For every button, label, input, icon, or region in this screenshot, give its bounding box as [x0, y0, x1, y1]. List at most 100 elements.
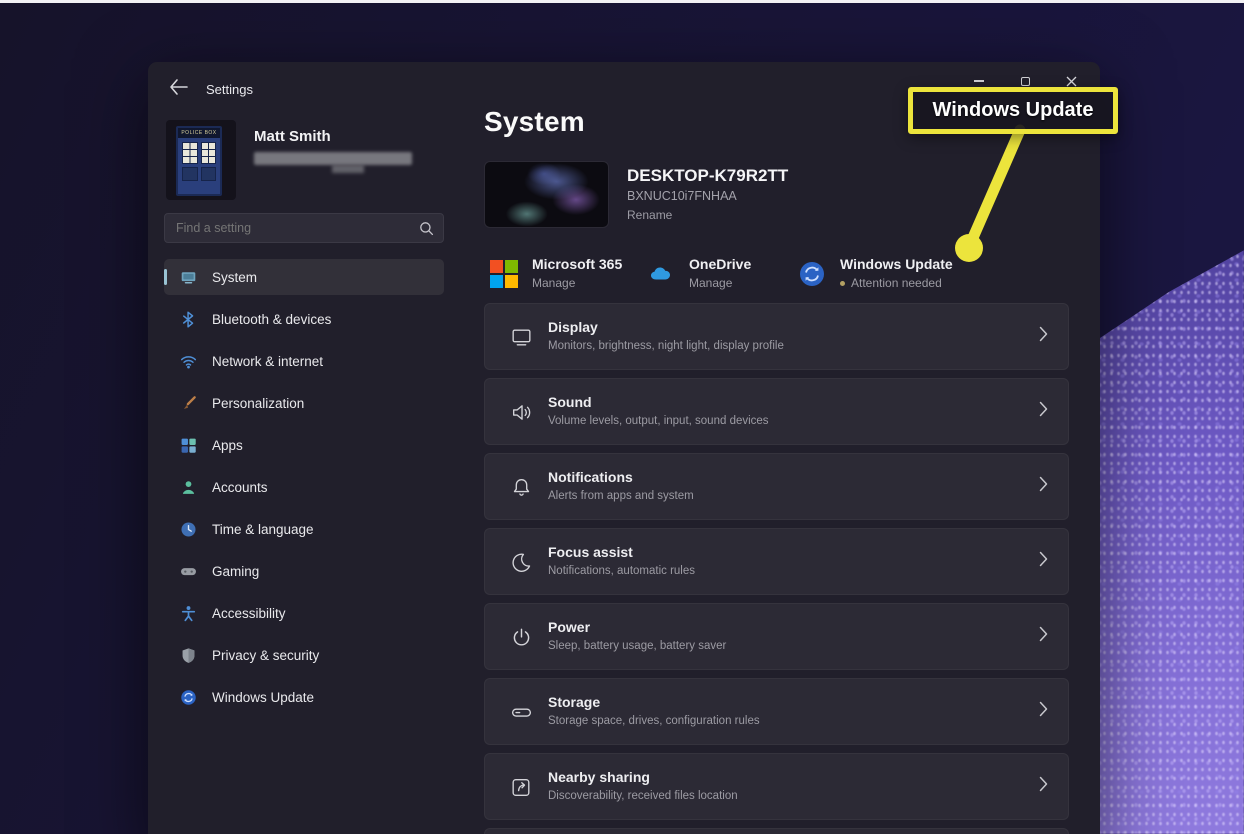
search-icon[interactable] — [419, 221, 434, 236]
service-name: Windows Update — [840, 256, 953, 272]
services-row: Microsoft 365 Manage OneDrive Manage W — [484, 256, 1084, 302]
callout-box: Windows Update — [908, 87, 1118, 134]
microsoft-365-icon — [490, 260, 518, 288]
card-display[interactable]: Display Monitors, brightness, night ligh… — [484, 303, 1069, 370]
settings-cards: Display Monitors, brightness, night ligh… — [484, 303, 1069, 834]
sidebar-item-accessibility[interactable]: Accessibility — [164, 595, 444, 631]
tardis-window — [201, 142, 217, 164]
sidebar-item-apps[interactable]: Apps — [164, 427, 444, 463]
chevron-right-icon — [1039, 626, 1048, 642]
device-wallpaper-thumbnail — [484, 161, 609, 228]
sidebar-item-label: Network & internet — [212, 354, 323, 369]
bell-icon — [509, 475, 534, 500]
chevron-right-icon — [1039, 776, 1048, 792]
sidebar-item-accounts[interactable]: Accounts — [164, 469, 444, 505]
card-title: Power — [548, 619, 590, 635]
tardis-panel — [201, 167, 217, 181]
redacted-email-fragment — [332, 165, 364, 173]
windows-update-tile[interactable]: Windows Update Attention needed — [798, 256, 953, 290]
person-icon — [180, 479, 197, 496]
sidebar-item-label: Gaming — [212, 564, 259, 579]
settings-window: Settings POLICE BOX Matt Smith — [148, 62, 1100, 834]
windows-update-service-icon — [798, 260, 826, 288]
chevron-right-icon — [1039, 476, 1048, 492]
card-subtitle: Volume levels, output, input, sound devi… — [548, 415, 769, 427]
card-subtitle: Monitors, brightness, night light, displ… — [548, 340, 784, 352]
service-name: OneDrive — [689, 256, 751, 272]
card-title: Display — [548, 319, 598, 335]
search-box — [164, 213, 444, 243]
card-notifications[interactable]: Notifications Alerts from apps and syste… — [484, 453, 1069, 520]
back-button[interactable] — [168, 78, 194, 100]
brush-icon — [180, 395, 197, 412]
device-header: DESKTOP-K79R2TT BXNUC10i7FNHAA Rename — [484, 161, 1084, 231]
sidebar-item-system[interactable]: System — [164, 259, 444, 295]
sidebar-item-label: Accessibility — [212, 606, 286, 621]
tardis-window — [182, 142, 198, 164]
sidebar-item-label: Personalization — [212, 396, 304, 411]
maximize-icon — [1021, 77, 1030, 86]
card-subtitle: Storage space, drives, configuration rul… — [548, 715, 760, 727]
chevron-right-icon — [1039, 326, 1048, 342]
card-nearby-sharing[interactable]: Nearby sharing Discoverability, received… — [484, 753, 1069, 820]
manage-link[interactable]: Manage — [532, 276, 622, 290]
sidebar-item-label: Accounts — [212, 480, 268, 495]
card-focus-assist[interactable]: Focus assist Notifications, automatic ru… — [484, 528, 1069, 595]
card-title: Focus assist — [548, 544, 633, 560]
sidebar-item-label: System — [212, 270, 257, 285]
apps-icon — [180, 437, 197, 454]
search-input[interactable] — [165, 214, 395, 242]
sidebar-nav: System Bluetooth & devices Network & int… — [164, 259, 460, 715]
sidebar-item-time-language[interactable]: Time & language — [164, 511, 444, 547]
main-content: System DESKTOP-K79R2TT BXNUC10i7FNHAA Re… — [484, 106, 1084, 302]
tardis-panel — [182, 167, 198, 181]
system-icon — [180, 269, 197, 286]
onedrive-tile[interactable]: OneDrive Manage — [647, 256, 751, 290]
chevron-right-icon — [1039, 701, 1048, 717]
sidebar-item-label: Privacy & security — [212, 648, 319, 663]
sound-icon — [509, 400, 534, 425]
windows-update-icon — [180, 689, 197, 706]
card-subtitle: Alerts from apps and system — [548, 490, 694, 502]
manage-link[interactable]: Manage — [689, 276, 751, 290]
close-icon — [1066, 76, 1077, 87]
sidebar: POLICE BOX Matt Smith System — [164, 106, 460, 721]
bluetooth-icon — [180, 311, 197, 328]
storage-drive-icon — [509, 700, 534, 725]
back-arrow-icon — [171, 80, 187, 94]
accessibility-icon — [180, 605, 197, 622]
onedrive-icon — [647, 260, 675, 288]
sidebar-item-bluetooth-devices[interactable]: Bluetooth & devices — [164, 301, 444, 337]
redacted-email — [254, 152, 412, 165]
card-power[interactable]: Power Sleep, battery usage, battery save… — [484, 603, 1069, 670]
card-sound[interactable]: Sound Volume levels, output, input, soun… — [484, 378, 1069, 445]
selected-accent-pill — [164, 269, 167, 285]
tardis-sign: POLICE BOX — [178, 128, 220, 138]
attention-needed-status: Attention needed — [840, 276, 953, 290]
avatar: POLICE BOX — [166, 120, 236, 200]
microsoft-365-tile[interactable]: Microsoft 365 Manage — [490, 256, 622, 290]
chevron-right-icon — [1039, 401, 1048, 417]
sidebar-item-label: Bluetooth & devices — [212, 312, 331, 327]
share-icon — [509, 775, 534, 800]
rename-link[interactable]: Rename — [627, 208, 672, 222]
card-storage[interactable]: Storage Storage space, drives, configura… — [484, 678, 1069, 745]
sidebar-item-label: Time & language — [212, 522, 314, 537]
callout-label: Windows Update — [933, 99, 1094, 122]
card-partial-next[interactable] — [484, 828, 1069, 834]
tardis-photo: POLICE BOX — [176, 126, 222, 196]
minimize-icon — [974, 80, 984, 82]
power-icon — [509, 625, 534, 650]
sidebar-item-network-internet[interactable]: Network & internet — [164, 343, 444, 379]
sidebar-item-label: Apps — [212, 438, 243, 453]
sidebar-item-gaming[interactable]: Gaming — [164, 553, 444, 589]
card-subtitle: Notifications, automatic rules — [548, 565, 695, 577]
chevron-right-icon — [1039, 551, 1048, 567]
account-section[interactable]: POLICE BOX Matt Smith — [164, 106, 460, 198]
clock-globe-icon — [180, 521, 197, 538]
sidebar-item-personalization[interactable]: Personalization — [164, 385, 444, 421]
user-name: Matt Smith — [254, 128, 331, 145]
sidebar-item-privacy-security[interactable]: Privacy & security — [164, 637, 444, 673]
gamepad-icon — [180, 563, 197, 580]
sidebar-item-windows-update[interactable]: Windows Update — [164, 679, 444, 715]
